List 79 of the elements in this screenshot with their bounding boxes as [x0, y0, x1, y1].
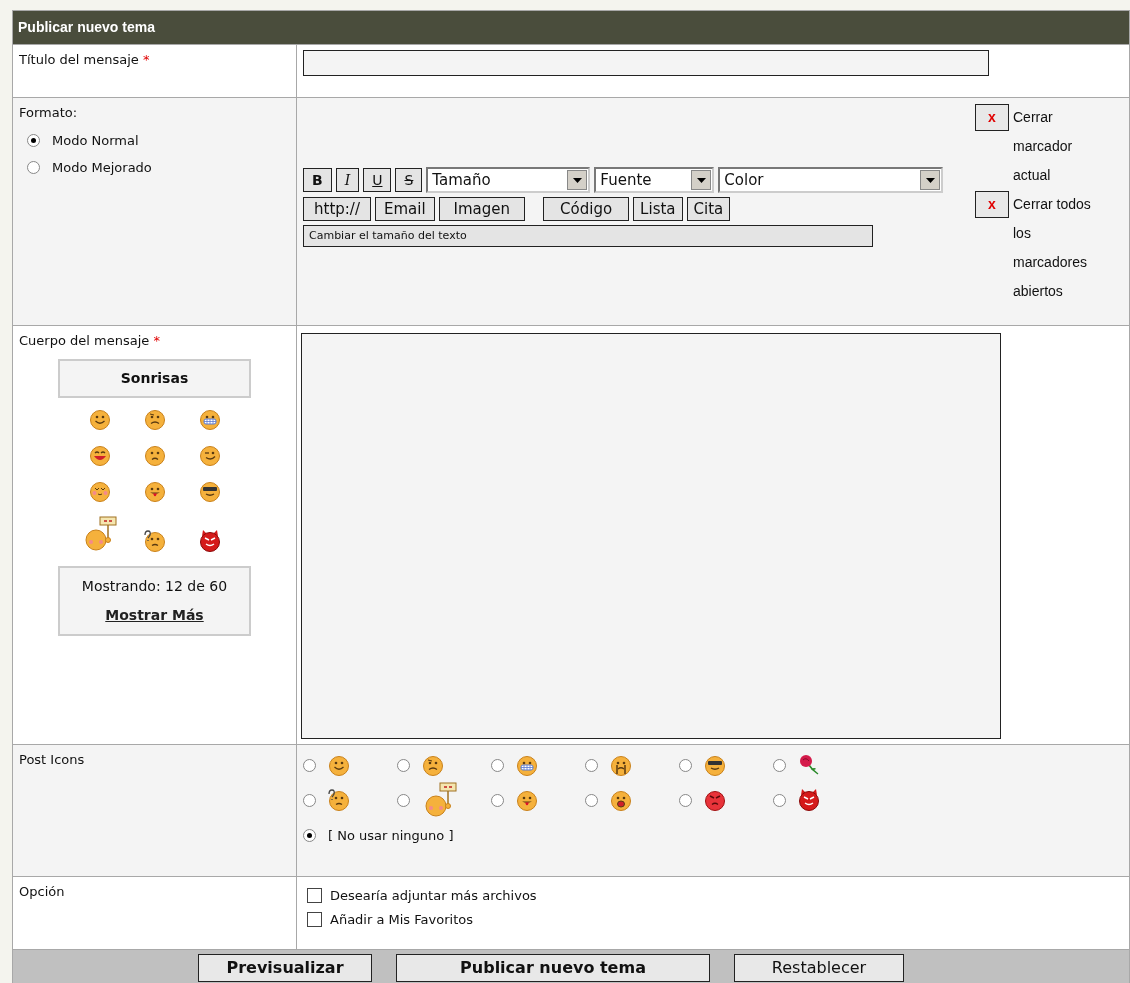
tongue-face-icon[interactable] [516, 789, 538, 811]
form-button[interactable]: Restablecer [734, 954, 904, 982]
radio-button[interactable] [585, 758, 598, 772]
bold-button[interactable]: B [303, 168, 332, 192]
tag-button[interactable]: Email [374, 197, 435, 221]
confused-face-icon[interactable] [143, 407, 166, 430]
radio-button[interactable] [27, 133, 40, 147]
smile-face-icon[interactable] [88, 407, 111, 430]
radio-button[interactable] [773, 758, 786, 772]
tag-button[interactable]: Lista [633, 197, 683, 221]
hint-field: Cambiar el tamaño del texto [303, 225, 873, 247]
rose-icon[interactable] [798, 754, 820, 776]
radio-label: Modo Normal [52, 131, 139, 150]
grin-face-icon[interactable] [198, 407, 221, 430]
grin-face-icon[interactable] [516, 754, 538, 776]
font-dropdown[interactable]: Fuente [594, 167, 715, 193]
radio-button[interactable] [773, 793, 786, 807]
radio-button[interactable] [491, 758, 504, 772]
radio-button[interactable] [397, 758, 410, 772]
count-text: Mostrando: 12 de 60 [80, 576, 229, 596]
field-label: Título del mensaje [19, 52, 139, 67]
italic-button[interactable]: I [335, 168, 360, 192]
message-body-field[interactable] [301, 333, 1001, 739]
subject-field[interactable] [303, 50, 989, 76]
field-label: Opción [19, 884, 65, 899]
close-button[interactable]: x [975, 191, 1009, 218]
close-label: Cerrar todos los marcadores abiertos [1013, 195, 1092, 301]
close-button[interactable]: x [975, 104, 1009, 131]
question-face-icon[interactable] [328, 789, 350, 811]
checkbox[interactable] [307, 911, 322, 927]
radio-button[interactable] [679, 758, 692, 772]
radio-button[interactable] [27, 161, 40, 175]
field-label: Post Icons [19, 752, 85, 767]
form-header: Publicar nuevo tema [12, 10, 1130, 45]
required-mark: * [153, 333, 160, 348]
sad-face-icon[interactable] [143, 443, 166, 466]
tongue-face-icon[interactable] [143, 479, 166, 502]
radio-button[interactable] [491, 793, 504, 807]
radio-button[interactable] [303, 829, 316, 843]
radio-button[interactable] [397, 793, 410, 807]
shocked-face-icon[interactable] [610, 789, 632, 811]
size-dropdown[interactable]: Tamaño [426, 167, 591, 193]
tag-button[interactable]: http:// [303, 197, 371, 221]
field-label: Formato: [19, 105, 78, 120]
devil-face-icon[interactable] [798, 789, 820, 811]
field-label: Cuerpo del mensaje [19, 333, 150, 348]
form-button[interactable]: Publicar nuevo tema [396, 954, 710, 982]
tag-button[interactable]: Código [543, 197, 630, 221]
tag-button[interactable]: Imagen [438, 197, 526, 221]
devil-face-icon[interactable] [198, 529, 221, 552]
radio-button[interactable] [303, 793, 316, 807]
angry-face-icon[interactable] [704, 789, 726, 811]
radio-label: Modo Mejorado [52, 159, 152, 177]
smile-face-icon[interactable] [328, 754, 350, 776]
sunglasses-face-icon[interactable] [198, 479, 221, 502]
smilies-header: Sonrisas [58, 358, 251, 398]
required-mark: * [143, 52, 150, 67]
checkbox-label: Desearía adjuntar más archivos [330, 887, 537, 905]
laugh-face-icon[interactable] [88, 443, 111, 466]
sunglasses-face-icon[interactable] [704, 754, 726, 776]
underline-button[interactable]: U [363, 168, 392, 192]
radio-label: [ No usar ninguno ] [328, 827, 454, 845]
form-button[interactable]: Previsualizar [198, 954, 372, 982]
radio-button[interactable] [585, 793, 598, 807]
color-dropdown[interactable]: Color [718, 167, 944, 193]
show-more-link[interactable]: Mostrar Más [105, 604, 204, 626]
checkbox[interactable] [307, 888, 322, 904]
radio-button[interactable] [303, 758, 316, 772]
strike-button[interactable]: S [395, 168, 423, 192]
tag-button[interactable]: Cita [686, 197, 731, 221]
confused-face-icon[interactable] [422, 754, 444, 776]
wink-face-icon[interactable] [198, 443, 221, 466]
question-face-icon[interactable] [143, 529, 166, 552]
blush-face-icon[interactable] [88, 479, 111, 502]
face-holding-sign-icon[interactable] [422, 782, 458, 818]
crying-face-icon[interactable] [610, 754, 632, 776]
close-label: Cerrar marcador actual [1013, 108, 1074, 185]
radio-button[interactable] [679, 793, 692, 807]
checkbox-label: Añadir a Mis Favoritos [330, 910, 473, 929]
